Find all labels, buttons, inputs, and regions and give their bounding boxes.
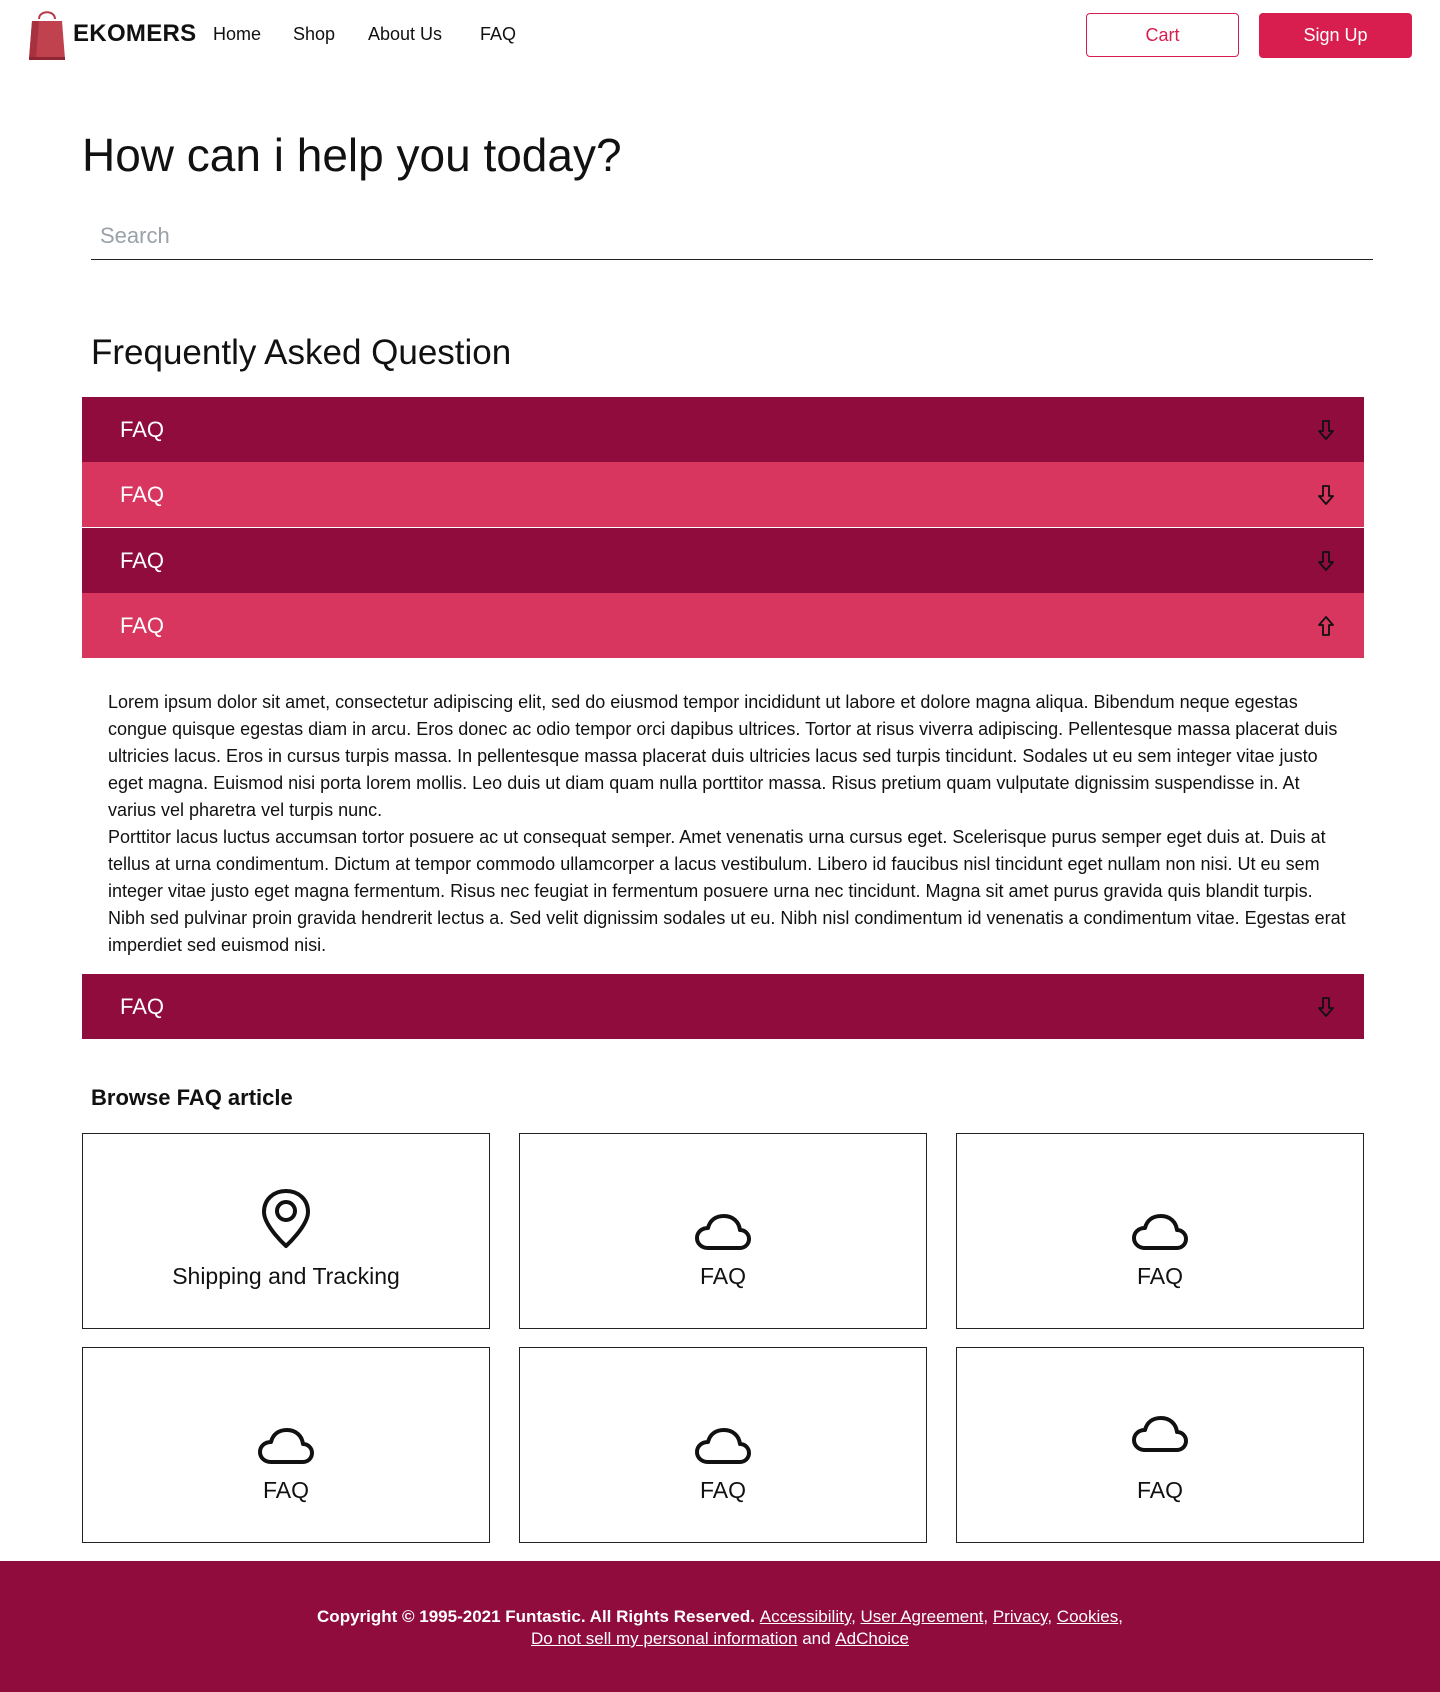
faq-accordion-item[interactable]: FAQ: [82, 397, 1364, 462]
nav-link-about-us[interactable]: About Us: [368, 24, 442, 45]
faq-article-card[interactable]: FAQ: [519, 1347, 927, 1543]
faq-accordion-label: FAQ: [120, 993, 165, 1019]
faq-accordion-item[interactable]: FAQ: [82, 528, 1364, 593]
page-title: How can i help you today?: [82, 129, 622, 181]
faq-answer-paragraph: Lorem ipsum dolor sit amet, consectetur …: [108, 692, 1338, 820]
faq-article-card[interactable]: FAQ: [956, 1347, 1364, 1543]
arrow-down-icon: [1318, 996, 1334, 1017]
cloud-icon: [258, 1428, 314, 1464]
cloud-icon: [1132, 1214, 1188, 1250]
nav-link-faq[interactable]: FAQ: [480, 24, 516, 45]
faq-answer-body: Lorem ipsum dolor sit amet, consectetur …: [108, 689, 1348, 959]
faq-article-card[interactable]: Shipping and Tracking: [82, 1133, 490, 1329]
nav-link-home[interactable]: Home: [213, 24, 261, 45]
arrow-down-icon: [1318, 550, 1334, 571]
footer: Copyright © 1995-2021 Funtastic. All Rig…: [0, 1561, 1440, 1692]
footer-link-cookies[interactable]: Cookies: [1057, 1607, 1118, 1626]
faq-accordion-item-expanded[interactable]: FAQ: [82, 593, 1364, 658]
faq-article-card[interactable]: FAQ: [519, 1133, 927, 1329]
top-navbar: EKOMERS Home Shop About Us FAQ Cart Sign…: [0, 0, 1440, 72]
card-label: FAQ: [699, 1477, 746, 1503]
card-label: FAQ: [262, 1477, 309, 1503]
faq-answer-paragraph: Porttitor lacus luctus accumsan tortor p…: [108, 827, 1346, 955]
brand-name[interactable]: EKOMERS: [73, 20, 196, 48]
faq-accordion-label: FAQ: [120, 481, 165, 507]
cloud-icon: [695, 1214, 751, 1250]
faq-accordion-item[interactable]: FAQ: [82, 974, 1364, 1039]
faq-article-card[interactable]: FAQ: [82, 1347, 490, 1543]
faq-section-heading: Frequently Asked Question: [91, 333, 512, 372]
sign-up-button[interactable]: Sign Up: [1259, 13, 1412, 58]
faq-article-card[interactable]: FAQ: [956, 1133, 1364, 1329]
arrow-down-icon: [1318, 419, 1334, 440]
card-label: FAQ: [699, 1263, 746, 1289]
faq-accordion-label: FAQ: [120, 547, 165, 573]
faq-accordion-label: FAQ: [120, 416, 165, 442]
copyright-text: Copyright © 1995-2021 Funtastic. All Rig…: [317, 1607, 755, 1626]
footer-text: Copyright © 1995-2021 Funtastic. All Rig…: [317, 1607, 1123, 1648]
cart-button[interactable]: Cart: [1086, 13, 1239, 57]
card-label: FAQ: [1136, 1263, 1183, 1289]
arrow-down-icon: [1318, 484, 1334, 505]
cloud-icon: [695, 1428, 751, 1464]
footer-link-adchoice[interactable]: AdChoice: [835, 1629, 909, 1648]
footer-and-text: and: [802, 1629, 831, 1648]
card-label: Shipping and Tracking: [172, 1263, 400, 1289]
faq-accordion-label: FAQ: [120, 612, 165, 638]
card-label: FAQ: [1136, 1477, 1183, 1503]
shopping-bag-logo-icon[interactable]: [27, 7, 67, 61]
cloud-icon: [1132, 1416, 1188, 1452]
nav-link-shop[interactable]: Shop: [293, 24, 335, 45]
search-bar: [91, 214, 1373, 260]
map-pin-icon: [262, 1189, 310, 1248]
search-input[interactable]: [91, 214, 1373, 258]
browse-heading: Browse FAQ article: [91, 1085, 293, 1110]
footer-link-privacy[interactable]: Privacy: [993, 1607, 1047, 1626]
footer-link-accessibility[interactable]: Accessibility: [760, 1607, 851, 1626]
footer-link-do-not-sell[interactable]: Do not sell my personal information: [531, 1629, 797, 1648]
arrow-up-icon: [1318, 615, 1334, 636]
faq-accordion-item[interactable]: FAQ: [82, 462, 1364, 527]
footer-link-user-agreement[interactable]: User Agreement: [861, 1607, 984, 1626]
